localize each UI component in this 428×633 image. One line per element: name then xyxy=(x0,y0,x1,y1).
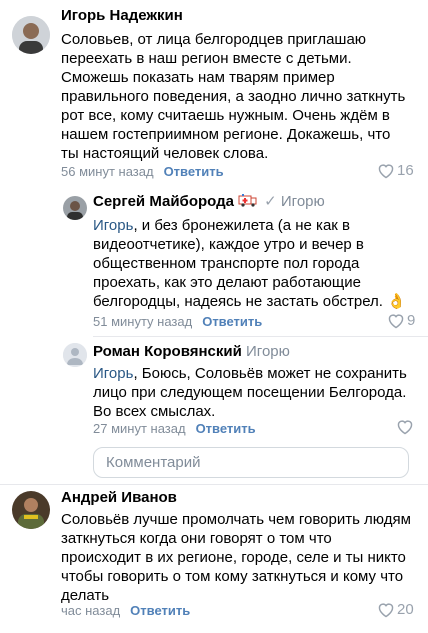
comment-meta: 56 минут назад Ответить xyxy=(61,164,224,179)
comment-author[interactable]: Роман Коровянский Игорю xyxy=(93,343,290,360)
comment-author[interactable]: Игорь Надежкин xyxy=(61,7,183,24)
like-count: 20 xyxy=(397,601,414,618)
reply-button[interactable]: Ответить xyxy=(196,421,256,436)
mention-link[interactable]: Игорь xyxy=(93,217,133,234)
like-button[interactable]: 16 xyxy=(377,162,414,179)
comment-author[interactable]: Сергей Майборода ✓ Игорю xyxy=(93,192,325,211)
reply-button[interactable]: Ответить xyxy=(130,603,190,618)
like-count: 9 xyxy=(407,312,416,329)
comment-time: 56 минут назад xyxy=(61,164,154,179)
heart-icon xyxy=(378,602,394,617)
comment-text: Игорь, и без бронежилета (а не как в вид… xyxy=(93,217,406,310)
comment-input[interactable]: Комментарий xyxy=(93,447,409,478)
divider xyxy=(93,336,428,337)
like-count: 16 xyxy=(397,162,414,179)
comment-meta: 27 минут назад Ответить xyxy=(93,421,256,436)
heart-icon xyxy=(397,420,413,435)
reply-button[interactable]: Ответить xyxy=(164,164,224,179)
mention-link[interactable]: Игорь xyxy=(93,365,133,382)
avatar[interactable] xyxy=(12,16,50,54)
ambulance-icon xyxy=(238,193,258,211)
divider xyxy=(0,484,428,485)
reply-to[interactable]: Игорю xyxy=(246,343,290,360)
comment-meta: 51 минуту назад Ответить xyxy=(93,314,262,329)
avatar[interactable] xyxy=(63,196,87,220)
avatar[interactable] xyxy=(63,343,87,367)
comment-time: час назад xyxy=(61,603,121,618)
comment-text: Соловьев, от лица белгородцев приглашаю … xyxy=(61,31,406,162)
avatar[interactable] xyxy=(12,491,50,529)
like-button[interactable]: 9 xyxy=(387,312,415,329)
comment-author[interactable]: Андрей Иванов xyxy=(61,489,177,506)
heart-icon xyxy=(378,163,394,178)
default-avatar-icon xyxy=(63,343,87,367)
comment-meta: час назад Ответить xyxy=(61,603,190,618)
reply-to[interactable]: Игорю xyxy=(281,193,325,210)
like-button[interactable]: 20 xyxy=(377,601,414,618)
heart-icon xyxy=(388,313,404,328)
comment-text: Игорь, Боюсь, Соловьёв может не сохранит… xyxy=(93,365,407,420)
comment-time: 27 минут назад xyxy=(93,421,186,436)
comment-text: Соловьёв лучше промолчать чем говорить л… xyxy=(61,511,411,604)
comment-time: 51 минуту назад xyxy=(93,314,193,329)
ok-hand-emoji: 👌 xyxy=(387,293,406,310)
reply-button[interactable]: Ответить xyxy=(202,314,262,329)
reply-arrow-icon: ✓ xyxy=(259,193,281,210)
like-button[interactable] xyxy=(396,419,416,435)
comment-input-placeholder: Комментарий xyxy=(106,454,201,471)
